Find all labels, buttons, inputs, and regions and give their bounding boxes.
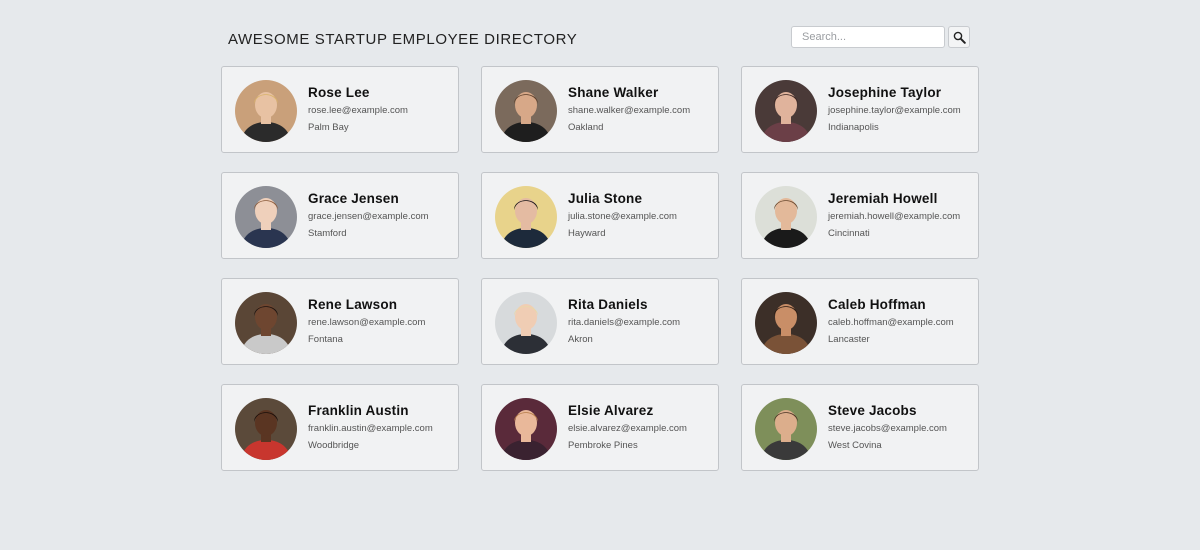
employee-name: Josephine Taylor [828,85,942,100]
employee-city: Oakland [568,122,604,133]
page-title: AWESOME STARTUP EMPLOYEE DIRECTORY [228,31,578,48]
employee-name: Julia Stone [568,191,643,206]
employee-card[interactable]: Steve Jacobs steve.jacobs@example.com West… [741,384,979,471]
employee-email: steve.jacobs@example.com [828,423,947,434]
employee-email: jeremiah.howell@example.com [828,211,961,222]
employee-card[interactable]: Rose Lee rose.lee@example.com Palm Bay [221,66,459,153]
employee-email: julia.stone@example.com [568,211,677,222]
employee-card[interactable]: Grace Jensen grace.jensen@example.com Stam… [221,172,459,259]
employee-city: West Covina [828,440,882,451]
employee-email: rene.lawson@example.com [308,317,426,328]
employee-info: Elsie Alvarez elsie.alvarez@example.com Pe… [568,403,687,451]
employee-name: Elsie Alvarez [568,403,654,418]
employee-city: Lancaster [828,334,870,345]
employee-info: Jeremiah Howell jeremiah.howell@example.c… [828,191,960,239]
employee-info: Rene Lawson rene.lawson@example.com Fontan… [308,297,425,345]
search-input[interactable] [791,26,945,48]
search-button[interactable] [948,26,970,48]
employee-city: Akron [568,334,593,345]
employee-info: Caleb Hoffman caleb.hoffman@example.com La… [828,297,954,345]
employee-email: rita.daniels@example.com [568,317,681,328]
employee-name: Rita Daniels [568,297,648,312]
employee-card[interactable]: Elsie Alvarez elsie.alvarez@example.com Pe… [481,384,719,471]
avatar [235,80,297,142]
avatar [495,186,557,248]
employee-card[interactable]: Julia Stone julia.stone@example.com Haywar… [481,172,719,259]
employee-name: Steve Jacobs [828,403,917,418]
employee-email: franklin.austin@example.com [308,423,433,434]
employee-city: Indianapolis [828,122,879,133]
employee-info: Julia Stone julia.stone@example.com Haywar… [568,191,677,239]
employee-card[interactable]: Caleb Hoffman caleb.hoffman@example.com La… [741,278,979,365]
employee-info: Steve Jacobs steve.jacobs@example.com West… [828,403,947,451]
employee-card[interactable]: Jeremiah Howell jeremiah.howell@example.c… [741,172,979,259]
magnifier-icon [953,31,966,44]
avatar [495,292,557,354]
employee-info: Franklin Austin franklin.austin@example.c… [308,403,433,451]
employee-email: grace.jensen@example.com [308,211,429,222]
search-bar [791,26,970,48]
employee-name: Jeremiah Howell [828,191,938,206]
directory-page: AWESOME STARTUP EMPLOYEE DIRECTORY Rose … [0,0,1200,550]
employee-name: Franklin Austin [308,403,409,418]
employee-info: Grace Jensen grace.jensen@example.com Stam… [308,191,429,239]
avatar [495,80,557,142]
employee-name: Grace Jensen [308,191,399,206]
employee-name: Rene Lawson [308,297,398,312]
avatar [235,186,297,248]
employee-city: Palm Bay [308,122,349,133]
employee-card[interactable]: Rita Daniels rita.daniels@example.com Akro… [481,278,719,365]
employee-card[interactable]: Josephine Taylor josephine.taylor@example… [741,66,979,153]
employee-city: Woodbridge [308,440,360,451]
employee-name: Shane Walker [568,85,659,100]
employee-city: Fontana [308,334,343,345]
avatar [755,80,817,142]
employee-name: Caleb Hoffman [828,297,926,312]
employee-card[interactable]: Rene Lawson rene.lawson@example.com Fontan… [221,278,459,365]
employee-city: Cincinnati [828,228,870,239]
employee-card[interactable]: Shane Walker shane.walker@example.com Oakl… [481,66,719,153]
avatar [235,292,297,354]
avatar [495,398,557,460]
employee-email: josephine.taylor@example.com [828,105,961,116]
employee-email: shane.walker@example.com [568,105,691,116]
employee-city: Stamford [308,228,347,239]
avatar [755,398,817,460]
avatar [235,398,297,460]
employee-email: caleb.hoffman@example.com [828,317,954,328]
employee-email: rose.lee@example.com [308,105,408,116]
employee-city: Pembroke Pines [568,440,638,451]
employee-info: Josephine Taylor josephine.taylor@example… [828,85,961,133]
employee-info: Rose Lee rose.lee@example.com Palm Bay [308,85,408,133]
employee-city: Hayward [568,228,606,239]
employee-grid: Rose Lee rose.lee@example.com Palm Bay Shan… [221,66,979,471]
avatar [755,186,817,248]
employee-card[interactable]: Franklin Austin franklin.austin@example.c… [221,384,459,471]
employee-info: Rita Daniels rita.daniels@example.com Akro… [568,297,680,345]
avatar [755,292,817,354]
employee-name: Rose Lee [308,85,370,100]
employee-email: elsie.alvarez@example.com [568,423,687,434]
employee-info: Shane Walker shane.walker@example.com Oakl… [568,85,690,133]
